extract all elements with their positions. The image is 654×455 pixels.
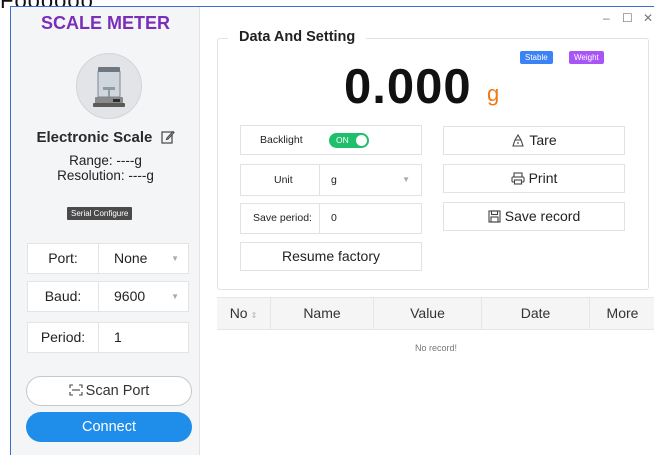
save-record-button[interactable]: Save record bbox=[443, 202, 625, 231]
backlight-toggle[interactable]: ON bbox=[329, 133, 369, 148]
weight-reading: 0.000 bbox=[344, 60, 472, 114]
tare-icon bbox=[512, 133, 525, 147]
column-header-more[interactable]: More bbox=[590, 298, 654, 329]
column-header-name[interactable]: Name bbox=[271, 298, 374, 329]
unit-value: g bbox=[331, 174, 337, 186]
backlight-row: Backlight ON bbox=[240, 125, 422, 155]
connect-button[interactable]: Connect bbox=[26, 412, 192, 442]
port-value: None bbox=[114, 250, 148, 266]
edit-icon[interactable] bbox=[160, 130, 175, 148]
weight-badge: Weight bbox=[569, 51, 604, 64]
save-period-label: Save period: bbox=[253, 212, 312, 224]
resolution-text: Resolution: ----g bbox=[57, 168, 154, 183]
baud-select[interactable]: 9600 ▼ bbox=[99, 281, 189, 312]
chevron-down-icon: ▼ bbox=[171, 254, 179, 263]
minimize-icon[interactable]: – bbox=[603, 11, 610, 25]
save-icon bbox=[488, 210, 501, 223]
backlight-label: Backlight bbox=[260, 134, 303, 146]
baud-value: 9600 bbox=[114, 288, 146, 304]
resume-factory-button[interactable]: Resume factory bbox=[240, 242, 422, 271]
column-header-no-label: No bbox=[229, 305, 248, 321]
app-window: SCALE METER Electronic Scale Range: ----… bbox=[10, 6, 654, 455]
chevron-down-icon: ▼ bbox=[402, 175, 410, 184]
maximize-icon[interactable]: ☐ bbox=[622, 11, 633, 25]
app-title: SCALE METER bbox=[40, 13, 170, 33]
sidebar: SCALE METER Electronic Scale Range: ----… bbox=[11, 7, 200, 455]
save-period-divider bbox=[319, 204, 320, 233]
port-select[interactable]: None ▼ bbox=[99, 243, 189, 274]
range-text: Range: ----g bbox=[69, 153, 142, 168]
print-label: Print bbox=[528, 170, 558, 186]
toggle-on-text: ON bbox=[336, 135, 349, 145]
column-header-no[interactable]: No ⇕ bbox=[217, 298, 271, 329]
table-header: No ⇕ Name Value Date More bbox=[217, 297, 654, 330]
stable-badge: Stable bbox=[520, 51, 553, 64]
tare-label: Tare bbox=[529, 132, 557, 148]
save-period-input[interactable]: 0 bbox=[331, 204, 337, 233]
scan-icon bbox=[69, 384, 83, 396]
unit-label: Unit bbox=[274, 174, 293, 186]
empty-table-message: No record! bbox=[414, 343, 458, 353]
printer-icon bbox=[511, 172, 525, 185]
scan-port-button[interactable]: Scan Port bbox=[26, 376, 192, 406]
scale-icon bbox=[93, 67, 125, 107]
tare-button[interactable]: Tare bbox=[443, 126, 625, 155]
sort-icon[interactable]: ⇕ bbox=[251, 311, 258, 320]
toggle-knob bbox=[356, 135, 367, 146]
baud-label: Baud: bbox=[27, 281, 99, 312]
period-row: Period: 1 bbox=[27, 322, 189, 353]
device-avatar bbox=[76, 53, 142, 119]
print-button[interactable]: Print bbox=[443, 164, 625, 193]
period-label: Period: bbox=[27, 322, 99, 353]
column-header-value[interactable]: Value bbox=[374, 298, 482, 329]
device-name: Electronic Scale bbox=[36, 129, 153, 146]
column-header-date[interactable]: Date bbox=[482, 298, 590, 329]
period-input[interactable]: 1 bbox=[99, 322, 189, 353]
reading-unit: g bbox=[487, 81, 500, 106]
unit-select[interactable]: g ▼ bbox=[320, 165, 421, 195]
section-title: Data And Setting bbox=[228, 29, 367, 45]
save-record-label: Save record bbox=[504, 208, 581, 224]
serial-configure-button[interactable]: Serial Configure bbox=[67, 207, 133, 220]
chevron-down-icon: ▼ bbox=[171, 292, 179, 301]
close-icon[interactable]: ✕ bbox=[643, 11, 653, 25]
save-period-row: Save period: 0 bbox=[240, 203, 422, 234]
device-name-row: Electronic Scale bbox=[11, 129, 200, 148]
baud-row: Baud: 9600 ▼ bbox=[27, 281, 189, 312]
port-label: Port: bbox=[27, 243, 99, 274]
port-row: Port: None ▼ bbox=[27, 243, 189, 274]
unit-row: Unit g ▼ bbox=[240, 164, 422, 196]
scan-port-label: Scan Port bbox=[85, 383, 150, 399]
